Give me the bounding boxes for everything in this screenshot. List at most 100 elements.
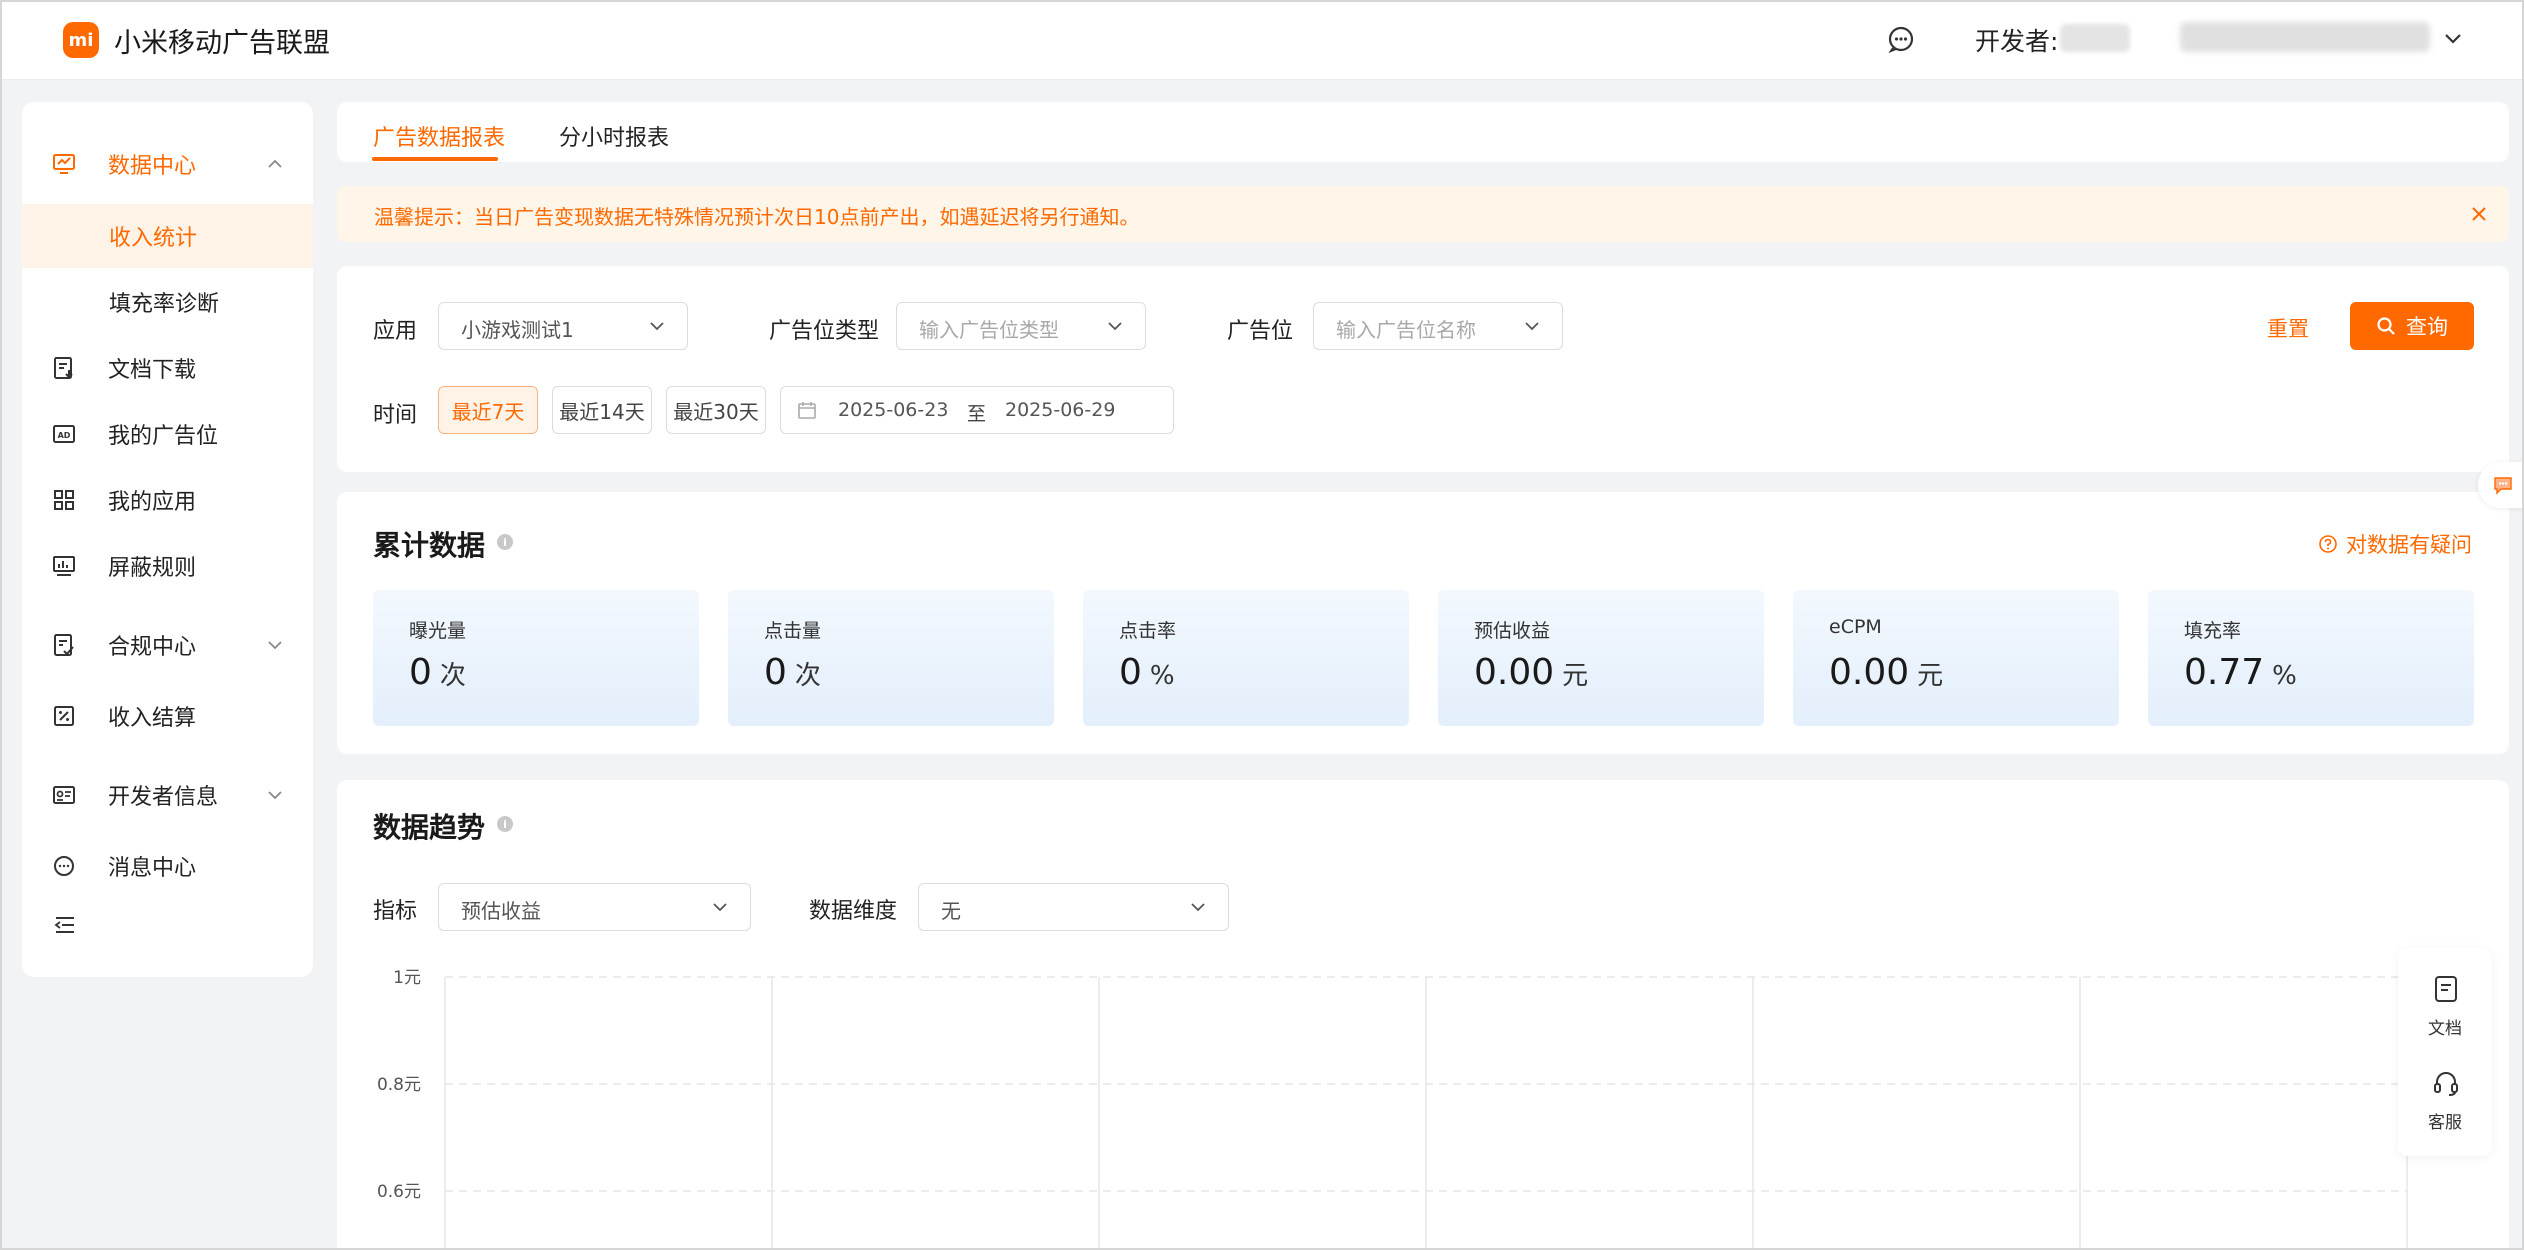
chevron-up-icon	[268, 159, 282, 168]
metric-unit: %	[2272, 661, 2297, 691]
document-icon	[2435, 976, 2457, 1002]
sidebar-item-income-stats[interactable]: 收入统计	[22, 204, 313, 268]
data-question-link[interactable]: 对数据有疑问	[2318, 529, 2472, 559]
tab-hourly-report[interactable]: 分小时报表	[559, 120, 669, 152]
date-range-picker[interactable]: 2025-06-23 至 2025-06-29	[780, 386, 1174, 434]
sidebar-item-label: 我的应用	[108, 490, 197, 515]
sidebar-item-label: 数据中心	[108, 154, 197, 179]
metric-label: 点击量	[764, 620, 822, 642]
metric-unit: %	[1149, 661, 1175, 691]
mi-logo[interactable]: mi	[63, 22, 99, 58]
sidebar-item-compliance[interactable]: 合规中心	[22, 613, 313, 677]
sidebar-item-message-center[interactable]: 消息中心	[22, 834, 313, 898]
collapse-menu-icon[interactable]	[52, 912, 78, 938]
tab-ad-data-report[interactable]: 广告数据报表	[373, 120, 505, 152]
sidebar-item-label: 屏蔽规则	[108, 556, 197, 581]
ad-slot-filter-label: 广告位	[1227, 319, 1294, 344]
side-chat-button[interactable]	[2478, 462, 2524, 508]
sidebar-item-fill-diagnosis[interactable]: 填充率诊断	[22, 270, 313, 334]
y-tick-label: 0.8元	[377, 1075, 421, 1095]
ad-type-select[interactable]: 输入广告位类型	[896, 302, 1146, 350]
sidebar-item-settlement[interactable]: 收入结算	[22, 684, 313, 748]
metric-value-row: 0.00 元	[1829, 652, 1943, 693]
metric-label: eCPM	[1829, 616, 1882, 638]
sidebar-item-doc-download[interactable]: 文档下载	[22, 336, 313, 400]
metric-value: 0.77	[2184, 652, 2265, 693]
brand-title[interactable]: 小米移动广告联盟	[114, 21, 330, 60]
sidebar-item-label: 消息中心	[108, 856, 197, 881]
customer-service-label: 客服	[2428, 1113, 2462, 1133]
id-card-icon	[53, 786, 75, 804]
metric-card-impressions: 曝光量 0次	[373, 590, 699, 726]
calendar-icon	[798, 402, 816, 419]
developer-label: 开发者:	[1975, 27, 2059, 56]
metric-unit: 次	[439, 661, 466, 691]
filter-panel: 应用 小游戏测试1 广告位类型 输入广告位类型 广告位 输入广告位名称 重置 查…	[337, 266, 2509, 472]
sidebar-item-data-center[interactable]: 数据中心	[22, 132, 313, 196]
metric-card-estimated-revenue: 预估收益 0.00 元	[1438, 590, 1764, 726]
metric-value-row: 0次	[764, 652, 821, 693]
metric-value: 0	[764, 652, 787, 693]
chart-board-icon	[53, 556, 75, 576]
range-14-days-button[interactable]: 最近14天	[552, 386, 652, 434]
info-icon[interactable]: i	[497, 534, 513, 550]
metric-value-row: 0.00 元	[1474, 652, 1588, 693]
metric-card-clicks: 点击量 0次	[728, 590, 1054, 726]
top-header: mi 小米移动广告联盟 开发者:	[0, 0, 2524, 80]
developer-name-redacted	[2060, 24, 2130, 52]
reset-button[interactable]: 重置	[2267, 313, 2309, 343]
app-select[interactable]: 小游戏测试1	[438, 302, 688, 350]
checklist-icon	[54, 634, 74, 656]
date-separator: 至	[967, 403, 987, 425]
docs-shortcut[interactable]: 文档	[2398, 960, 2492, 1050]
svg-text:AD: AD	[58, 431, 71, 440]
query-button[interactable]: 查询	[2350, 302, 2474, 350]
chevron-down-icon	[1108, 322, 1122, 331]
metric-unit: 次	[794, 661, 821, 691]
sidebar: 数据中心 收入统计 填充率诊断 文档下载 AD 我的广告位 我的应用 屏蔽规则 …	[22, 102, 313, 977]
metric-label: 点击率	[1119, 620, 1177, 642]
metric-card-ecpm: eCPM 0.00 元	[1793, 590, 2119, 726]
sidebar-item-developer-info[interactable]: 开发者信息	[22, 763, 313, 827]
trend-chart: 1元 0.8元 0.6元	[377, 968, 2408, 1250]
ad-type-filter-label: 广告位类型	[769, 319, 880, 344]
help-circle-icon	[2319, 535, 2337, 553]
metric-value-row: 0.77%	[2184, 652, 2297, 693]
metric-label: 填充率	[2184, 620, 2242, 642]
time-filter-label: 时间	[373, 403, 418, 428]
sidebar-item-label: 开发者信息	[108, 785, 219, 810]
ad-slot-select[interactable]: 输入广告位名称	[1313, 302, 1563, 350]
chevron-down-icon[interactable]	[2440, 26, 2466, 52]
data-trend-panel: 数据趋势 i 指标 预估收益 数据维度 无 1元 0.8元 0.6元	[337, 780, 2509, 1250]
date-start: 2025-06-23	[838, 399, 949, 421]
percent-icon	[54, 706, 74, 726]
chevron-down-icon	[1525, 322, 1539, 331]
account-name-redacted[interactable]	[2180, 22, 2430, 52]
sidebar-item-my-ad-slots[interactable]: AD 我的广告位	[22, 402, 313, 466]
sidebar-item-label: 文档下载	[108, 358, 197, 383]
ad-slot-placeholder: 输入广告位名称	[1336, 318, 1476, 342]
metric-card-fill-rate: 填充率 0.77%	[2148, 590, 2474, 726]
cumulative-data-panel: 累计数据 i 对数据有疑问 曝光量 0次 点击量 0次 点击率 0% 预估收益 …	[337, 492, 2509, 754]
query-button-label: 查询	[2406, 315, 2448, 339]
notice-text: 温馨提示：当日广告变现数据无特殊情况预计次日10点前产出，如遇延迟将另行通知。	[374, 205, 1140, 229]
sidebar-item-label: 合规中心	[108, 635, 197, 660]
app-select-value: 小游戏测试1	[461, 318, 574, 342]
app-filter-label: 应用	[373, 319, 418, 344]
range-7-days-button[interactable]: 最近7天	[438, 386, 538, 434]
sidebar-item-label: 填充率诊断	[109, 292, 220, 317]
document-download-icon	[54, 357, 73, 379]
metric-value: 0	[409, 652, 432, 693]
range-30-days-button[interactable]: 最近30天	[666, 386, 766, 434]
sidebar-item-my-apps[interactable]: 我的应用	[22, 468, 313, 532]
notice-banner: 温馨提示：当日广告变现数据无特殊情况预计次日10点前产出，如遇延迟将另行通知。	[337, 186, 2509, 242]
report-tabs: 广告数据报表 分小时报表	[337, 102, 2509, 162]
customer-service-shortcut[interactable]: 客服	[2398, 1054, 2492, 1144]
close-icon[interactable]	[2468, 203, 2490, 225]
metric-unit: 元	[1562, 661, 1589, 691]
sidebar-item-block-rules[interactable]: 屏蔽规则	[22, 534, 313, 598]
headset-icon	[2434, 1072, 2458, 1096]
message-icon[interactable]	[1885, 23, 1917, 55]
metric-value: 0	[1119, 652, 1142, 693]
chevron-down-icon	[268, 791, 282, 800]
